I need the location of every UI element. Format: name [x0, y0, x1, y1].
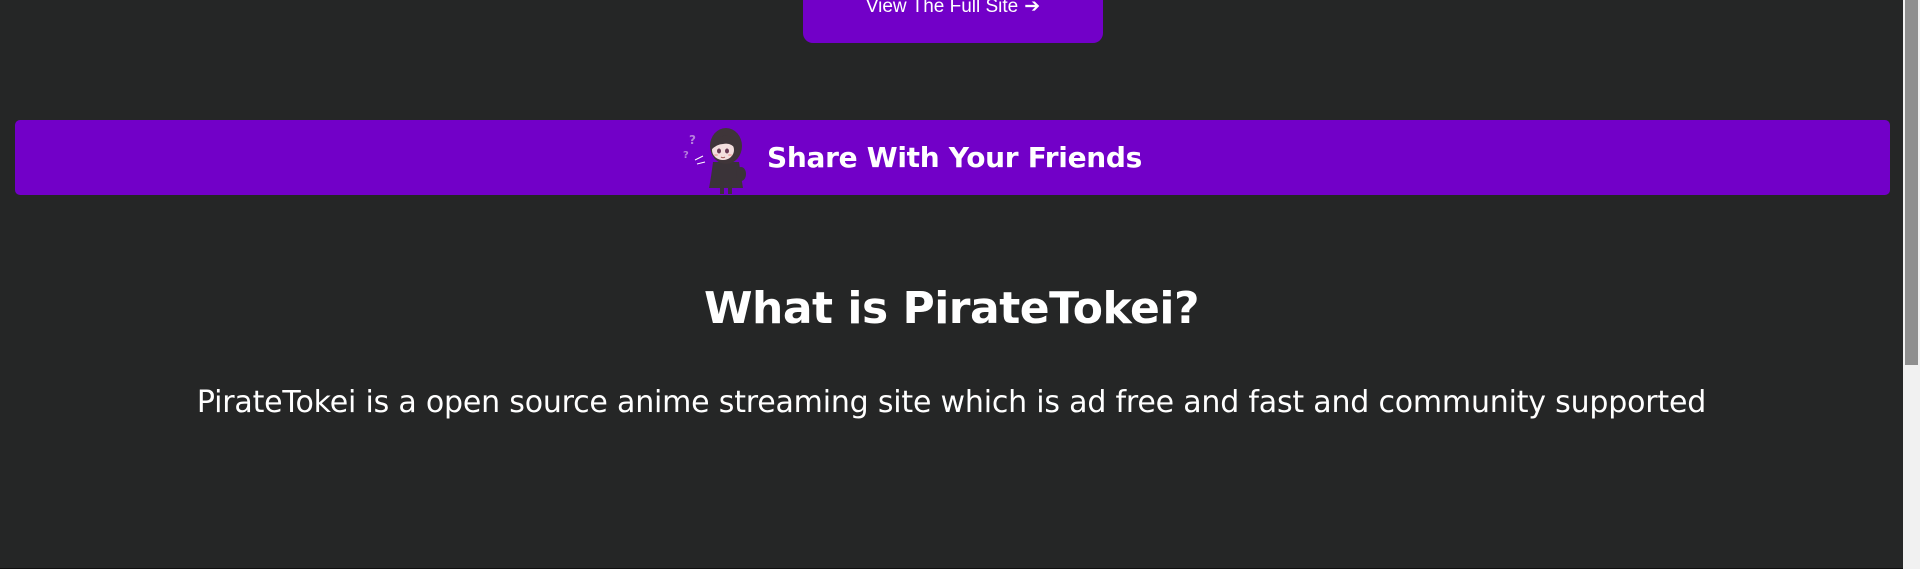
chibi-girl-icon: ? ? [683, 128, 746, 194]
share-banner-label: Share With Your Friends [767, 141, 1142, 174]
view-full-site-button[interactable]: View The Full Site ➔ [803, 0, 1103, 43]
vertical-scrollbar[interactable] [1903, 0, 1920, 569]
share-with-friends-banner[interactable]: ? ? Share With Your Friends [15, 120, 1890, 195]
scrollbar-thumb[interactable] [1905, 0, 1918, 365]
svg-text:?: ? [689, 133, 696, 147]
about-description: PirateTokei is a open source anime strea… [196, 385, 1707, 420]
svg-text:?: ? [683, 150, 689, 161]
arrow-right-icon: ➔ [1024, 0, 1041, 17]
view-full-site-label: View The Full Site [865, 0, 1019, 17]
about-heading: What is PirateTokei? [703, 283, 1200, 334]
